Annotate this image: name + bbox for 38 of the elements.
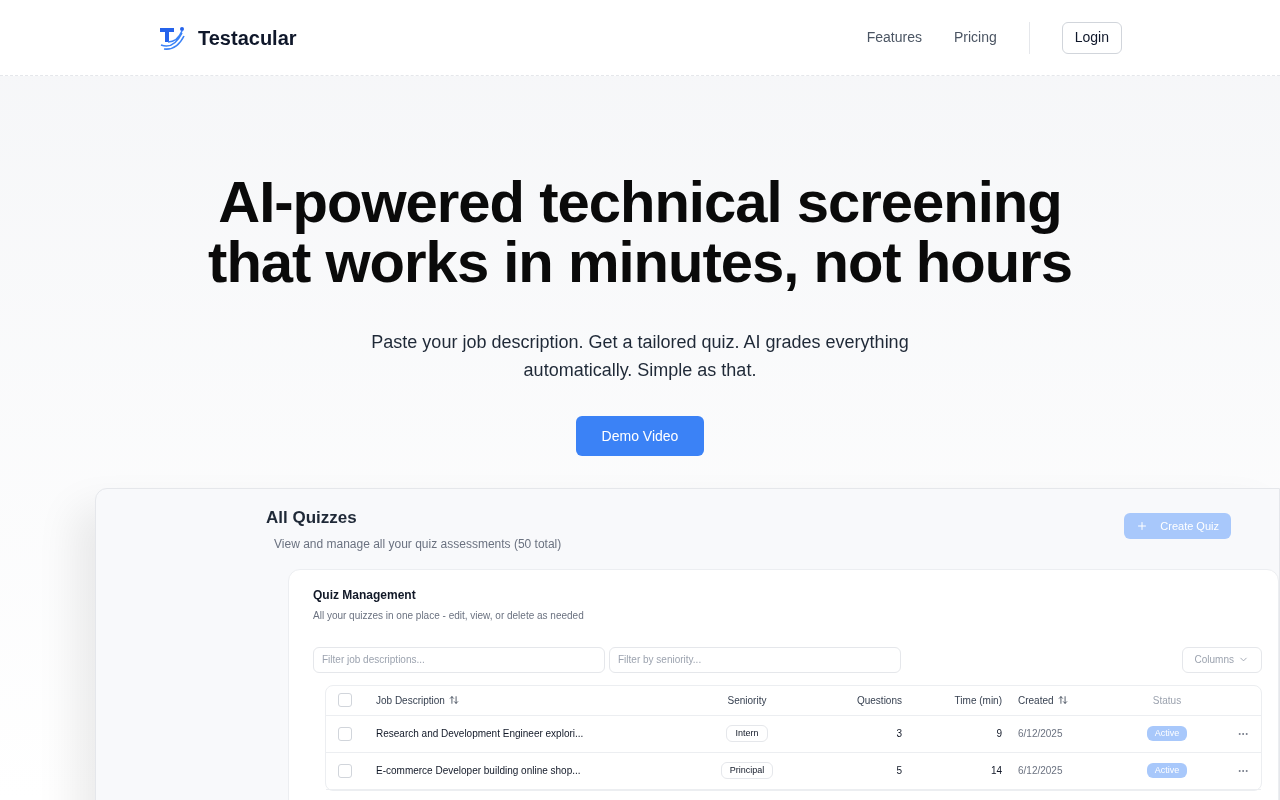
column-header: Status bbox=[1152, 693, 1182, 708]
table-cell: Research and Development Engineer explori... bbox=[376, 728, 584, 739]
card-subtitle: All your quizzes in one place - edit, view, or delete as needed bbox=[313, 608, 585, 623]
logo-icon bbox=[158, 24, 186, 51]
table-cell: 3 bbox=[896, 728, 902, 739]
filter-field[interactable]: Filter by seniority... bbox=[609, 646, 901, 673]
card-title: Quiz Management bbox=[313, 586, 417, 604]
checkbox[interactable] bbox=[338, 693, 352, 707]
column-header[interactable]: Job Description bbox=[376, 692, 445, 708]
table-cell: 5 bbox=[896, 765, 902, 776]
page-title: All Quizzes bbox=[266, 507, 358, 529]
table-cell: 14 bbox=[990, 765, 1002, 776]
plus-icon bbox=[1136, 520, 1149, 532]
checkbox[interactable] bbox=[338, 763, 352, 778]
hero-title: AI-powered technical screening that works in minutes, not hours bbox=[208, 172, 1072, 292]
nav-link[interactable]: Pricing bbox=[953, 27, 997, 48]
filter-field[interactable]: Filter job descriptions... bbox=[313, 646, 605, 673]
status-badge: Active bbox=[1146, 725, 1188, 742]
table-cell: 9 bbox=[996, 728, 1002, 739]
demo-video-button[interactable]: Demo Video bbox=[576, 416, 704, 456]
sort-icon[interactable] bbox=[1057, 695, 1068, 705]
table-cell: 6/12/2025 bbox=[1018, 728, 1063, 739]
column-header: Seniority bbox=[727, 693, 767, 708]
nav-link[interactable]: Features bbox=[866, 27, 922, 48]
table-cell: E-commerce Developer building online shop... bbox=[376, 765, 581, 776]
hero-subtitle: Paste your job description. Get a tailored quiz. AI grades everything automatically. Simple as that. bbox=[370, 331, 910, 382]
column-header: Time (min) bbox=[954, 693, 1002, 708]
page-subtitle: View and manage all your quiz assessments (50 total) bbox=[274, 535, 562, 553]
column-header[interactable]: Created bbox=[1018, 692, 1054, 708]
column-header: Questions bbox=[856, 693, 902, 708]
login-button[interactable]: Login bbox=[1061, 21, 1122, 54]
seniority-tag: Intern bbox=[726, 724, 768, 743]
status-badge: Active bbox=[1146, 762, 1188, 779]
brand-name[interactable]: Testacular bbox=[198, 22, 297, 53]
seniority-tag: Principal bbox=[720, 761, 774, 780]
checkbox[interactable] bbox=[338, 726, 352, 741]
table-cell: 6/12/2025 bbox=[1018, 765, 1063, 776]
sort-icon[interactable] bbox=[448, 695, 459, 705]
